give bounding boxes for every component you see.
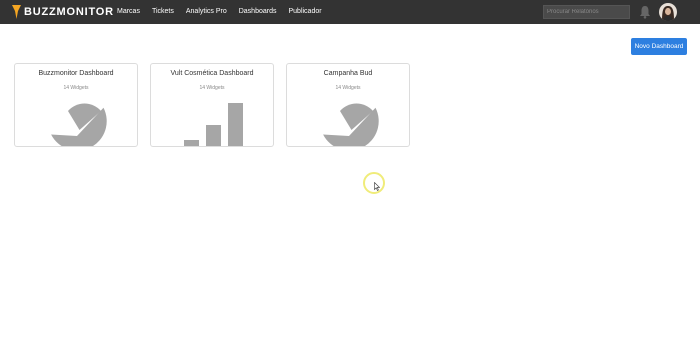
user-avatar[interactable] — [659, 3, 677, 21]
dashboard-card-vult[interactable]: Vult Cosmética Dashboard 14 Widgets — [150, 63, 274, 147]
main-nav: Marcas Tickets Analytics Pro Dashboards … — [111, 0, 328, 24]
dashboard-card-buzzmonitor[interactable]: Buzzmonitor Dashboard 14 Widgets — [14, 63, 138, 147]
nav-item-dashboards[interactable]: Dashboards — [233, 0, 283, 24]
new-dashboard-button[interactable]: Novo Dashboard — [631, 38, 687, 55]
pie-chart-icon — [323, 103, 379, 146]
nav-item-analytics-pro[interactable]: Analytics Pro — [180, 0, 233, 24]
dashboard-card-campanha-bud[interactable]: Campanha Bud 14 Widgets — [286, 63, 410, 147]
mouse-cursor-icon — [374, 182, 380, 191]
search-input[interactable] — [543, 5, 630, 19]
buzzmonitor-logo[interactable]: BUZZMONITOR — [12, 4, 114, 20]
logo-text: BUZZMONITOR — [24, 6, 114, 18]
bell-icon[interactable] — [639, 5, 651, 19]
top-navbar: BUZZMONITOR Marcas Tickets Analytics Pro… — [0, 0, 700, 24]
pie-chart-icon — [51, 103, 107, 146]
bar-chart-icon — [184, 103, 243, 146]
nav-item-publicador[interactable]: Publicador — [282, 0, 327, 24]
nav-item-marcas[interactable]: Marcas — [111, 0, 146, 24]
logo-icon — [12, 5, 21, 19]
avatar-icon — [659, 3, 677, 21]
nav-item-tickets[interactable]: Tickets — [146, 0, 180, 24]
